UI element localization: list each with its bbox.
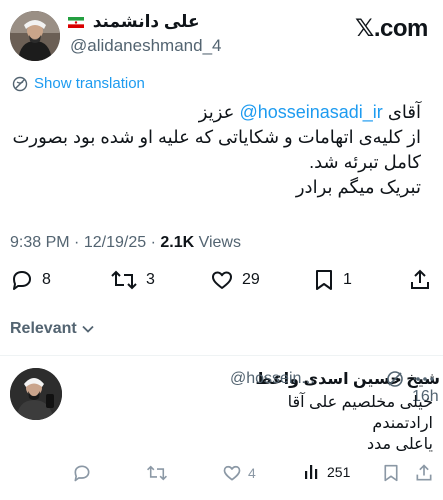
- author-avatar[interactable]: [10, 11, 60, 61]
- share-icon: [411, 269, 429, 289]
- reply-author-avatar[interactable]: [10, 368, 62, 420]
- reply-author-handle[interactable]: @hossein...: [230, 370, 315, 388]
- reply-view-count: 251: [327, 464, 351, 480]
- reply-line-3: یاعلی مدد: [366, 436, 433, 453]
- reply-count: 8: [42, 271, 51, 288]
- chevron-down-icon: [82, 325, 94, 333]
- reply-reply-button[interactable]: [72, 463, 98, 483]
- tweet-line-2: از کلیه‌ی اتهامات و شکایاتی که علیه او ش…: [12, 127, 421, 147]
- show-translation-link[interactable]: Show translation: [12, 75, 145, 92]
- author-display-name[interactable]: علی دانشمند: [68, 12, 200, 32]
- tweet-date[interactable]: 12/19/25: [84, 234, 146, 251]
- tweet-line-3: کامل تبرئه شد.: [309, 152, 421, 172]
- tweet-header: علی دانشمند @alidaneshmand_4 𝕏.com: [0, 0, 443, 70]
- like-icon: [212, 271, 232, 289]
- sort-replies-dropdown[interactable]: Relevant: [10, 320, 95, 338]
- reply-line-1: خیلی مخلصیم علی آقا: [287, 394, 433, 411]
- repost-icon: [147, 465, 167, 481]
- author-name-text: علی دانشمند: [92, 12, 200, 31]
- like-icon: [223, 465, 241, 481]
- reply-icon: [74, 465, 90, 482]
- views-label: Views: [198, 234, 241, 251]
- like-count: 29: [242, 271, 260, 288]
- views-icon: [305, 465, 318, 479]
- meta-separator: ·: [150, 234, 156, 251]
- reply-actions: 4 251: [0, 463, 443, 487]
- globe-icon: [12, 76, 28, 91]
- tweet-line-4: تبریک میگم برادر: [295, 177, 421, 197]
- more-options-icon[interactable]: [415, 376, 435, 382]
- views-count: 2.1K: [160, 234, 195, 251]
- reply-text: خیلی مخلصیم علی آقا ارادتمندم یاعلی مدد: [73, 392, 433, 455]
- share-icon: [416, 464, 432, 481]
- grok-icon[interactable]: [385, 369, 405, 389]
- reply-bookmark-button[interactable]: [382, 463, 406, 483]
- iran-flag-icon: [68, 17, 84, 29]
- like-button[interactable]: 29: [210, 268, 260, 292]
- reply-like-button[interactable]: 4: [222, 463, 256, 483]
- tweet-line1-suffix: عزیز: [198, 102, 235, 122]
- bookmark-icon: [316, 270, 332, 290]
- reply-line-2: ارادتمندم: [372, 415, 433, 432]
- reply-repost-button[interactable]: [146, 463, 174, 483]
- share-button[interactable]: [408, 268, 440, 292]
- tweet-line1-prefix: آقای: [387, 102, 421, 122]
- repost-count: 3: [146, 271, 155, 288]
- bookmark-icon: [384, 464, 398, 482]
- reply-button[interactable]: 8: [10, 268, 51, 292]
- reply-views-button[interactable]: 251: [303, 463, 350, 481]
- reply-like-count: 4: [248, 465, 256, 481]
- tweet-time[interactable]: 9:38 PM: [10, 234, 70, 251]
- show-translation-label: Show translation: [34, 75, 145, 92]
- tweet-text: آقای @hosseinasadi_ir عزیز از کلیه‌ی اته…: [1, 100, 421, 200]
- sort-label: Relevant: [10, 320, 77, 337]
- bookmark-count: 1: [343, 271, 352, 288]
- reply-icon: [13, 271, 31, 290]
- author-handle[interactable]: @alidaneshmand_4: [70, 36, 221, 56]
- tweet-line-1: آقای @hosseinasadi_ir عزیز: [1, 100, 421, 125]
- repost-icon: [111, 270, 137, 290]
- mention-link[interactable]: @hosseinasadi_ir: [239, 102, 382, 122]
- tweet-meta: 9:38 PM · 12/19/25 · 2.1K Views: [10, 234, 241, 252]
- reply-share-button[interactable]: [414, 463, 440, 483]
- repost-button[interactable]: 3: [110, 268, 155, 292]
- meta-separator: ·: [74, 234, 80, 251]
- tweet-actions: 8 3 29 1: [0, 268, 443, 298]
- divider: [0, 355, 443, 356]
- bookmark-button[interactable]: 1: [313, 268, 352, 292]
- x-logo: 𝕏.com: [355, 15, 428, 42]
